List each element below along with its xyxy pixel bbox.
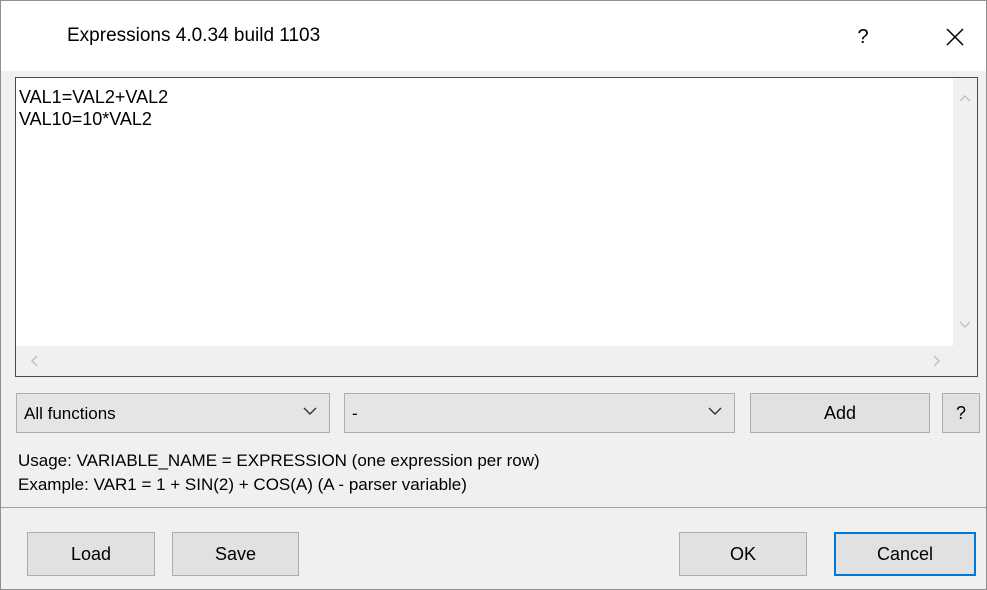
close-icon [946, 28, 964, 46]
ok-button[interactable]: OK [679, 532, 807, 576]
save-button[interactable]: Save [172, 532, 299, 576]
scroll-right-icon[interactable] [933, 355, 941, 367]
functions-select[interactable]: All functions [16, 393, 330, 433]
example-text: Example: VAR1 = 1 + SIN(2) + COS(A) (A -… [18, 475, 467, 494]
expression-line: VAL10=10*VAL2 [19, 109, 152, 129]
cancel-button[interactable]: Cancel [834, 532, 976, 576]
variable-select[interactable]: - [344, 393, 735, 433]
variable-select-value: - [352, 404, 358, 423]
expressions-dialog: Expressions 4.0.34 build 1103 ? VAL1=VAL… [0, 0, 987, 590]
chevron-down-icon [303, 407, 317, 415]
title-bar: Expressions 4.0.34 build 1103 ? [1, 1, 986, 71]
vertical-scrollbar[interactable] [953, 78, 977, 346]
scroll-up-icon[interactable] [959, 94, 971, 102]
editor-text[interactable]: VAL1=VAL2+VAL2 VAL10=10*VAL2 [19, 86, 168, 130]
functions-select-value: All functions [24, 404, 116, 423]
expression-line: VAL1=VAL2+VAL2 [19, 87, 169, 107]
usage-text: Usage: VARIABLE_NAME = EXPRESSION (one e… [18, 451, 540, 470]
close-button[interactable] [929, 15, 981, 59]
load-button[interactable]: Load [27, 532, 155, 576]
chevron-down-icon [708, 407, 722, 415]
expressions-editor[interactable]: VAL1=VAL2+VAL2 VAL10=10*VAL2 [15, 77, 978, 377]
scrollbar-corner [953, 346, 977, 376]
scroll-down-icon[interactable] [959, 321, 971, 329]
title-help-button[interactable]: ? [833, 15, 893, 59]
function-help-button[interactable]: ? [942, 393, 980, 433]
scroll-left-icon[interactable] [30, 355, 38, 367]
window-title: Expressions 4.0.34 build 1103 [67, 25, 321, 46]
footer-separator [1, 507, 986, 508]
add-button[interactable]: Add [750, 393, 930, 433]
horizontal-scrollbar[interactable] [16, 346, 953, 376]
